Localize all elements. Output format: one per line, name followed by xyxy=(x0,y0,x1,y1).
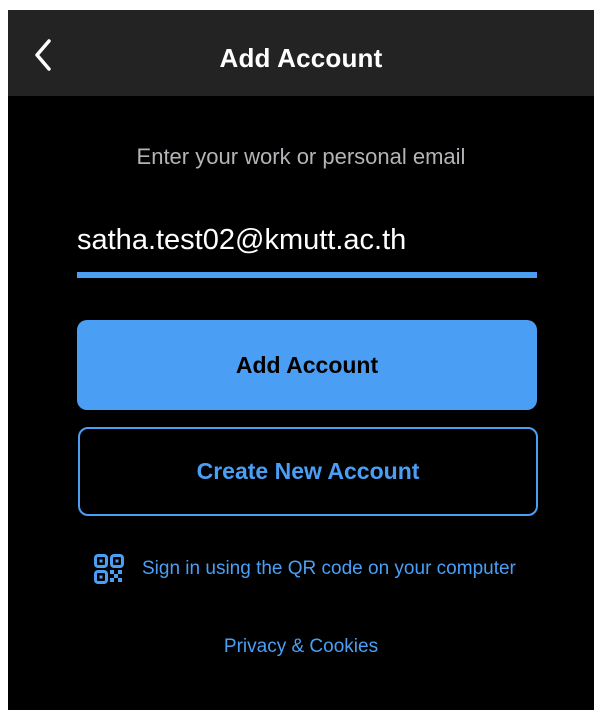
page-title: Add Account xyxy=(219,43,383,73)
add-account-button[interactable]: Add Account xyxy=(77,320,537,410)
create-new-account-button[interactable]: Create New Account xyxy=(78,427,538,516)
email-field-underline xyxy=(77,272,537,278)
app-screen: Add Account Enter your work or personal … xyxy=(8,10,594,710)
qr-sign-in-label: Sign in using the QR code on your comput… xyxy=(142,558,516,579)
email-field[interactable] xyxy=(77,215,537,265)
email-prompt: Enter your work or personal email xyxy=(136,144,466,169)
qr-code-icon xyxy=(94,554,124,584)
navigation-header: Add Account xyxy=(8,10,594,96)
privacy-cookies-link[interactable]: Privacy & Cookies xyxy=(8,636,594,658)
qr-sign-in-link[interactable]: Sign in using the QR code on your comput… xyxy=(94,553,516,585)
